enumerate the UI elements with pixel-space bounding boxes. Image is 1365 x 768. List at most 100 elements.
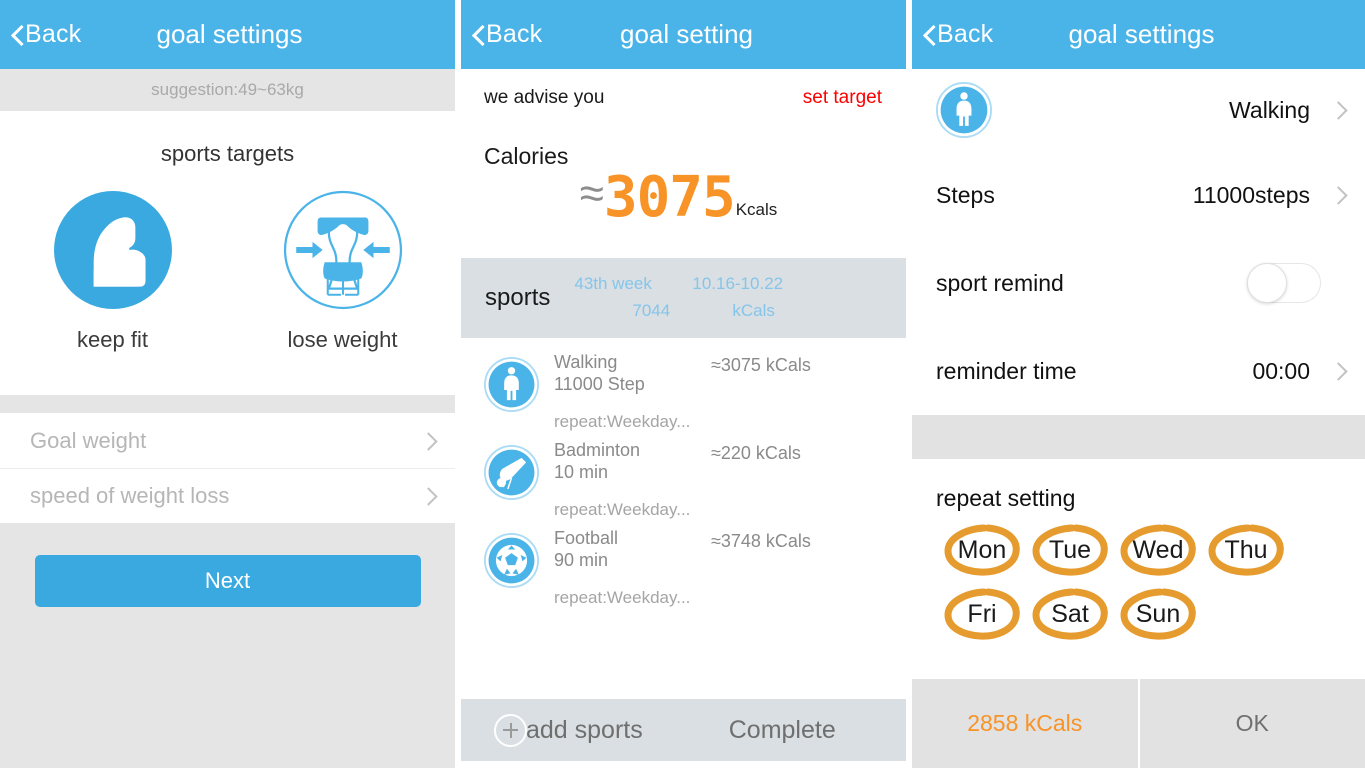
three-phone-screens: Back goal settings suggestion:49~63kg sp… — [0, 0, 1365, 768]
target-options: keep fit lose weight — [0, 189, 455, 353]
chevron-right-icon — [422, 432, 433, 450]
sport-calories: ≈3075 kCals — [711, 354, 811, 375]
week-label: 43th week — [574, 274, 652, 294]
repeat-day-grid: Mon Tue Wed Thu Fri Sat Sun — [912, 522, 1365, 642]
day-chip-wed[interactable]: Wed — [1114, 522, 1202, 578]
plus-icon — [494, 713, 527, 747]
day-label: Wed — [1132, 535, 1184, 564]
panel-goal-settings-targets: Back goal settings suggestion:49~63kg sp… — [0, 0, 455, 768]
list-item[interactable]: Football 90 min repeat:Weekday... ≈3748 … — [461, 514, 906, 607]
back-label: Back — [937, 20, 994, 48]
section-title-sports-targets: sports targets — [160, 141, 295, 166]
row-value: 11000steps — [1192, 181, 1310, 208]
row-label: Steps — [936, 181, 995, 208]
total-calories-unit: kCals — [732, 301, 775, 321]
badminton-icon — [484, 444, 539, 500]
calories-value-row: ≈ 3075 Kcals — [461, 165, 906, 230]
complete-button[interactable]: Complete — [729, 716, 836, 745]
day-chip-thu[interactable]: Thu — [1202, 522, 1290, 578]
day-chip-sat[interactable]: Sat — [1026, 586, 1114, 642]
row-goal-weight[interactable]: Goal weight — [0, 413, 455, 468]
set-target-button[interactable]: set target — [803, 87, 882, 109]
total-calories-button[interactable]: 2858 kCals — [912, 679, 1138, 768]
row-label: Goal weight — [30, 427, 147, 453]
sport-name: Walking — [554, 351, 618, 372]
approx-icon: ≈ — [579, 168, 604, 218]
panel-goal-setting-calories: Back goal setting we advise you set targ… — [461, 0, 906, 768]
day-label: Tue — [1048, 535, 1092, 564]
sport-repeat: repeat:Weekday... — [554, 499, 691, 519]
footer-area: Next — [0, 523, 455, 768]
sport-repeat: repeat:Weekday... — [554, 587, 691, 607]
sport-info: Football 90 min repeat:Weekday... — [539, 526, 711, 608]
day-chip-sun[interactable]: Sun — [1114, 586, 1202, 642]
target-option-lose-weight[interactable]: lose weight — [278, 189, 408, 353]
row-label: speed of weight loss — [30, 483, 230, 508]
row-speed-of-weight-loss[interactable]: speed of weight loss — [0, 468, 455, 523]
day-label: Fri — [967, 599, 997, 628]
football-icon — [484, 532, 539, 588]
suggestion-bar: suggestion:49~63kg — [0, 69, 455, 111]
walking-icon — [484, 356, 539, 412]
suggestion-text: suggestion:49~63kg — [151, 80, 304, 99]
row-reminder-time[interactable]: reminder time 00:00 — [912, 327, 1365, 415]
date-range-label: 10.16-10.22 — [692, 274, 784, 294]
row-sport-remind[interactable]: sport remind — [912, 239, 1365, 327]
add-sports-label: add sports — [526, 715, 643, 744]
day-chip-fri[interactable]: Fri — [938, 586, 1026, 642]
sports-title: sports — [485, 283, 551, 311]
row-sport-type[interactable]: Walking — [912, 69, 1365, 151]
advise-text: we advise you — [484, 86, 605, 108]
sport-calories: ≈220 kCals — [711, 442, 801, 463]
sport-name: Badminton — [554, 439, 641, 460]
add-sports-button[interactable]: add sports — [461, 713, 643, 747]
repeat-setting-title: repeat setting — [936, 485, 1076, 511]
walking-icon — [936, 82, 992, 138]
sport-remind-toggle[interactable] — [1247, 263, 1321, 303]
back-button[interactable]: Back — [0, 22, 81, 47]
day-label: Thu — [1224, 535, 1268, 564]
chevron-right-icon — [1332, 362, 1343, 380]
ok-button[interactable]: OK — [1139, 679, 1365, 768]
bicep-icon — [53, 191, 172, 309]
day-chip-tue[interactable]: Tue — [1026, 522, 1114, 578]
back-label: Back — [25, 20, 82, 48]
target-option-keep-fit[interactable]: keep fit — [48, 189, 178, 353]
footer-bar: 2858 kCals OK — [912, 679, 1365, 768]
day-label: Sat — [1051, 599, 1089, 628]
chevron-right-icon — [1332, 186, 1343, 204]
calories-unit: Kcals — [735, 199, 778, 219]
sport-detail: 10 min — [554, 462, 609, 483]
target-label: lose weight — [287, 327, 398, 352]
sports-section-header: sports 43th week 10.16-10.22 7044 kCals — [461, 257, 906, 338]
back-button[interactable]: Back — [912, 22, 993, 47]
sport-repeat: repeat:Weekday... — [554, 411, 691, 431]
chevron-right-icon — [422, 487, 433, 505]
list-item[interactable]: Walking 11000 Step repeat:Weekday... ≈30… — [461, 338, 906, 431]
panel-goal-settings-detail: Back goal settings Walking Steps 11000st… — [912, 0, 1365, 768]
day-label: Mon — [957, 535, 1007, 564]
chevron-left-icon — [11, 24, 24, 46]
sports-meta: 43th week 10.16-10.22 7044 kCals — [550, 274, 884, 321]
row-label: reminder time — [936, 357, 1077, 384]
sport-info: Badminton 10 min repeat:Weekday... — [539, 438, 711, 520]
navbar: Back goal settings — [912, 0, 1365, 69]
advise-row: we advise you set target — [461, 69, 906, 126]
row-steps[interactable]: Steps 11000steps — [912, 151, 1365, 239]
sport-info: Walking 11000 Step repeat:Weekday... — [539, 350, 711, 432]
list-item[interactable]: Badminton 10 min repeat:Weekday... ≈220 … — [461, 426, 906, 519]
day-label: Sun — [1135, 599, 1181, 628]
calories-value: 3075 — [603, 165, 736, 230]
next-button[interactable]: Next — [34, 555, 421, 607]
day-chip-mon[interactable]: Mon — [938, 522, 1026, 578]
row-value: 00:00 — [1252, 357, 1310, 384]
toggle-knob — [1247, 263, 1287, 303]
back-label: Back — [486, 20, 543, 48]
section-divider — [912, 415, 1365, 459]
section-divider — [0, 395, 455, 413]
back-button[interactable]: Back — [461, 22, 542, 47]
sport-name: Football — [554, 527, 619, 548]
spacer — [0, 353, 455, 365]
navbar: Back goal settings — [0, 0, 455, 69]
row-label: sport remind — [936, 269, 1064, 296]
